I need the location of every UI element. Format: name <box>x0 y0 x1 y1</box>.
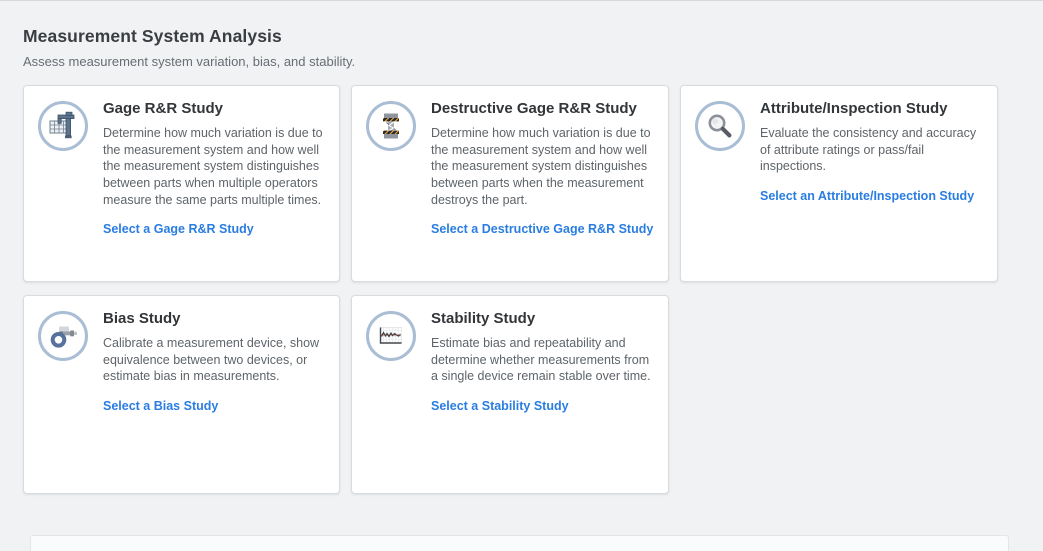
card-title: Attribute/Inspection Study <box>760 100 983 117</box>
card-description: Determine how much variation is due to t… <box>431 125 654 208</box>
card-title: Bias Study <box>103 310 325 327</box>
card-description: Determine how much variation is due to t… <box>103 125 325 208</box>
micrometer-icon <box>38 311 88 361</box>
card-destructive-gage-rr-study: Destructive Gage R&R Study Determine how… <box>351 85 669 282</box>
card-title: Stability Study <box>431 310 654 327</box>
select-attribute-inspection-study-link[interactable]: Select an Attribute/Inspection Study <box>760 189 974 203</box>
select-destructive-gage-rr-study-link[interactable]: Select a Destructive Gage R&R Study <box>431 222 653 236</box>
select-gage-rr-study-link[interactable]: Select a Gage R&R Study <box>103 222 254 236</box>
card-description: Estimate bias and repeatability and dete… <box>431 335 654 385</box>
card-description: Evaluate the consistency and accuracy of… <box>760 125 983 175</box>
page-title: Measurement System Analysis <box>23 26 1043 47</box>
page-subtitle: Assess measurement system variation, bia… <box>23 54 1043 69</box>
card-attribute-inspection-study: Attribute/Inspection Study Evaluate the … <box>680 85 998 282</box>
study-cards-grid: Gage R&R Study Determine how much variat… <box>23 85 1043 494</box>
card-title: Destructive Gage R&R Study <box>431 100 654 117</box>
card-gage-rr-study: Gage R&R Study Determine how much variat… <box>23 85 340 282</box>
tensile-test-icon <box>366 101 416 151</box>
card-stability-study: Stability Study Estimate bias and repeat… <box>351 295 669 494</box>
card-description: Calibrate a measurement device, show equ… <box>103 335 325 385</box>
select-bias-study-link[interactable]: Select a Bias Study <box>103 399 218 413</box>
run-chart-icon <box>366 311 416 361</box>
magnifier-icon <box>695 101 745 151</box>
select-stability-study-link[interactable]: Select a Stability Study <box>431 399 569 413</box>
caliper-grid-icon <box>38 101 88 151</box>
card-bias-study: Bias Study Calibrate a measurement devic… <box>23 295 340 494</box>
card-title: Gage R&R Study <box>103 100 325 117</box>
page-header: Measurement System Analysis Assess measu… <box>0 1 1043 69</box>
